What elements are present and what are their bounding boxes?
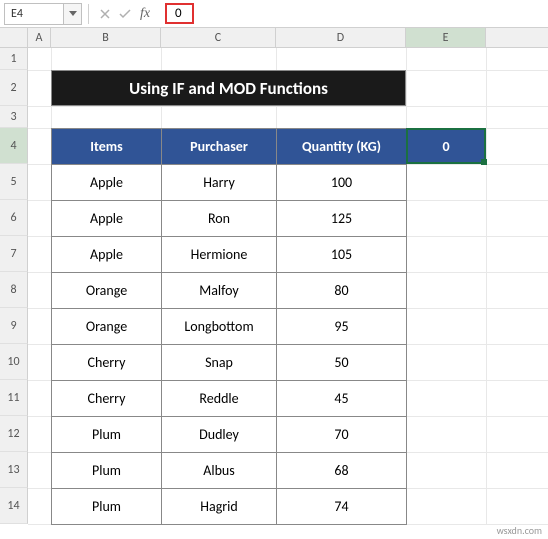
select-all-corner[interactable] [0, 28, 28, 47]
row-header-5[interactable]: 5 [0, 164, 28, 200]
name-box-dropdown[interactable] [64, 3, 82, 25]
cell-purchaser[interactable]: Dudley [162, 417, 277, 453]
cell-qty[interactable]: 45 [277, 381, 407, 417]
header-quantity[interactable]: Quantity (KG) [277, 129, 407, 165]
table-header-row: Items Purchaser Quantity (KG) [52, 129, 407, 165]
formula-input[interactable]: 0 [155, 3, 544, 25]
table-row: AppleHarry100 [52, 165, 407, 201]
cell-purchaser[interactable]: Hagrid [162, 489, 277, 525]
row-header-3[interactable]: 3 [0, 106, 28, 128]
header-items[interactable]: Items [52, 129, 162, 165]
cell-purchaser[interactable]: Albus [162, 453, 277, 489]
table-row: CherrySnap50 [52, 345, 407, 381]
table-row: AppleRon125 [52, 201, 407, 237]
col-header-E[interactable]: E [406, 28, 486, 47]
cell-item[interactable]: Plum [52, 489, 162, 525]
row-header-4[interactable]: 4 [0, 128, 28, 164]
table-row: AppleHermione105 [52, 237, 407, 273]
table-row: OrangeMalfoy80 [52, 273, 407, 309]
row-header-13[interactable]: 13 [0, 452, 28, 488]
cells-area[interactable]: Using IF and MOD Functions Items Purchas… [28, 48, 548, 524]
table-row: OrangeLongbottom95 [52, 309, 407, 345]
cell-qty[interactable]: 125 [277, 201, 407, 237]
cell-item[interactable]: Plum [52, 453, 162, 489]
row-header-1[interactable]: 1 [0, 48, 28, 70]
cell-item[interactable]: Orange [52, 273, 162, 309]
header-purchaser[interactable]: Purchaser [162, 129, 277, 165]
row-header-2[interactable]: 2 [0, 70, 28, 106]
col-header-C[interactable]: C [161, 28, 276, 47]
fill-handle[interactable] [481, 159, 487, 165]
column-headers: A B C D E [0, 28, 548, 48]
cell-qty[interactable]: 80 [277, 273, 407, 309]
table-row: PlumAlbus68 [52, 453, 407, 489]
row-header-6[interactable]: 6 [0, 200, 28, 236]
table-row: PlumDudley70 [52, 417, 407, 453]
cell-purchaser[interactable]: Reddle [162, 381, 277, 417]
formula-bar: E4 fx 0 [0, 0, 548, 28]
row-header-9[interactable]: 9 [0, 308, 28, 344]
watermark: wsxdn.com [497, 524, 542, 537]
table-row: CherryReddle45 [52, 381, 407, 417]
cell-item[interactable]: Apple [52, 237, 162, 273]
title-cell[interactable]: Using IF and MOD Functions [51, 70, 406, 106]
row-header-11[interactable]: 11 [0, 380, 28, 416]
data-table: Items Purchaser Quantity (KG) AppleHarry… [51, 128, 407, 525]
cell-purchaser[interactable]: Snap [162, 345, 277, 381]
row-header-10[interactable]: 10 [0, 344, 28, 380]
cell-item[interactable]: Orange [52, 309, 162, 345]
cell-E4-value: 0 [442, 138, 449, 155]
cell-qty[interactable]: 70 [277, 417, 407, 453]
name-box[interactable]: E4 [4, 3, 64, 25]
col-header-D[interactable]: D [276, 28, 406, 47]
cell-purchaser[interactable]: Ron [162, 201, 277, 237]
row-header-14[interactable]: 14 [0, 488, 28, 524]
spreadsheet-grid: A B C D E 1 2 3 4 5 6 7 8 9 10 11 12 13 … [0, 28, 548, 524]
cell-E4-selected[interactable]: 0 [406, 128, 486, 164]
cell-item[interactable]: Cherry [52, 381, 162, 417]
cell-purchaser[interactable]: Longbottom [162, 309, 277, 345]
row-headers: 1 2 3 4 5 6 7 8 9 10 11 12 13 14 [0, 48, 28, 524]
cell-purchaser[interactable]: Harry [162, 165, 277, 201]
cell-purchaser[interactable]: Hermione [162, 237, 277, 273]
divider [88, 4, 89, 24]
table-row: PlumHagrid74 [52, 489, 407, 525]
cell-qty[interactable]: 50 [277, 345, 407, 381]
cell-item[interactable]: Apple [52, 165, 162, 201]
row-header-12[interactable]: 12 [0, 416, 28, 452]
row-header-8[interactable]: 8 [0, 272, 28, 308]
cell-purchaser[interactable]: Malfoy [162, 273, 277, 309]
fx-icon[interactable]: fx [135, 3, 155, 25]
cell-qty[interactable]: 68 [277, 453, 407, 489]
col-header-A[interactable]: A [28, 28, 51, 47]
col-header-B[interactable]: B [51, 28, 161, 47]
cell-qty[interactable]: 105 [277, 237, 407, 273]
cell-item[interactable]: Apple [52, 201, 162, 237]
cell-qty[interactable]: 100 [277, 165, 407, 201]
cancel-icon[interactable] [95, 3, 115, 25]
cell-item[interactable]: Plum [52, 417, 162, 453]
chevron-down-icon [69, 11, 77, 17]
row-header-7[interactable]: 7 [0, 236, 28, 272]
cell-qty[interactable]: 95 [277, 309, 407, 345]
cell-qty[interactable]: 74 [277, 489, 407, 525]
cell-item[interactable]: Cherry [52, 345, 162, 381]
formula-value: 0 [165, 3, 194, 24]
enter-icon[interactable] [115, 3, 135, 25]
